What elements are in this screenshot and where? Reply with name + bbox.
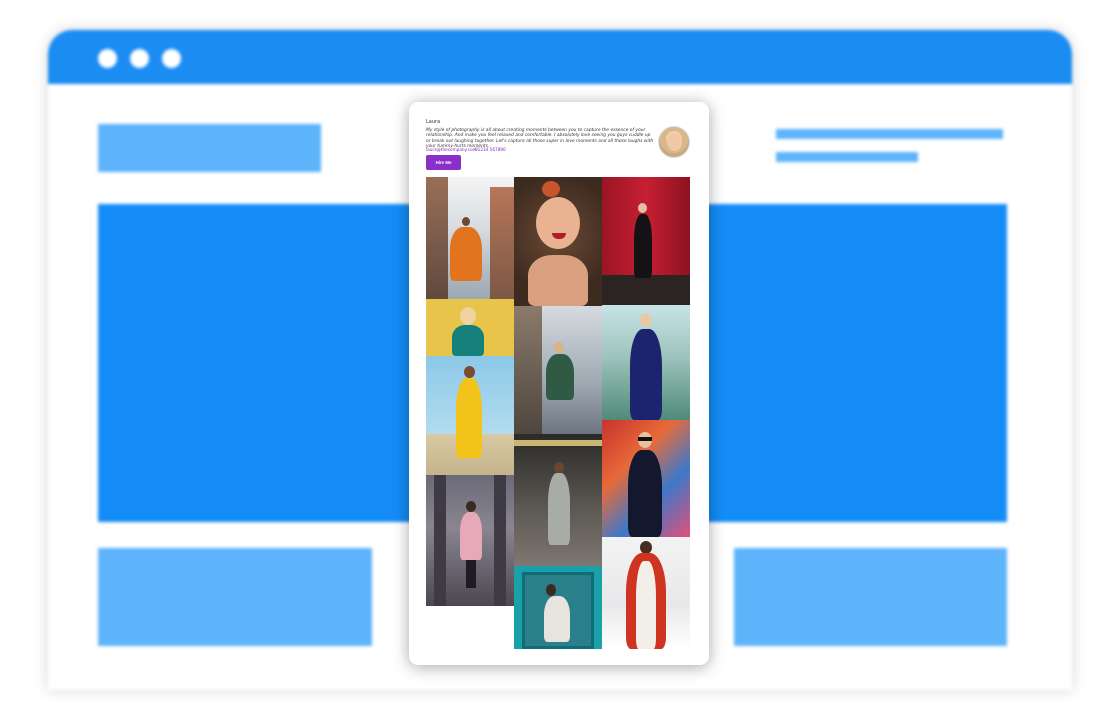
photo-subject-top [452, 325, 484, 356]
photo-subject-outfit [628, 450, 662, 537]
gallery-photo-9[interactable] [602, 420, 690, 537]
photo-subject-head [554, 462, 564, 473]
photo-subject-floral-dress [636, 561, 656, 649]
gallery-photo-8[interactable] [514, 434, 602, 566]
photo-subject-head [638, 203, 647, 213]
window-dot-3 [162, 49, 181, 68]
photo-subject-tracksuit [456, 378, 482, 458]
gallery-photo-11[interactable] [514, 566, 602, 649]
photo-subject-head [554, 342, 564, 353]
photo-building-right [490, 187, 514, 299]
photo-subject-shoulders [528, 255, 588, 306]
photo-subject-jumpsuit [548, 473, 570, 545]
placeholder-line-1 [776, 129, 1003, 139]
gallery-photo-3[interactable] [602, 177, 690, 305]
photo-subject-hair-bun [542, 181, 560, 197]
photo-subject-head [464, 366, 475, 378]
stage: Laura My style of photography is all abo… [0, 0, 1120, 720]
gallery-photo-5[interactable] [514, 306, 602, 434]
photo-subject-lace-dress [630, 329, 662, 420]
gallery-photo-10[interactable] [426, 475, 514, 606]
photo-subject-dress [546, 354, 574, 400]
photo-building [514, 306, 542, 434]
hire-me-button[interactable]: Hire Me [426, 155, 461, 170]
placeholder-footer-block-right [734, 548, 1007, 646]
photo-subject-dress [450, 227, 482, 281]
gallery-photo-7[interactable] [426, 356, 514, 475]
photo-subject-face [536, 197, 580, 249]
gallery-photo-12[interactable] [602, 537, 690, 649]
photo-subject-head [546, 584, 556, 596]
avatar-face [667, 133, 682, 151]
photo-arch-right [494, 475, 506, 606]
placeholder-line-2 [776, 152, 918, 162]
window-dot-1 [98, 49, 117, 68]
placeholder-header-block [98, 124, 321, 172]
photo-subject-coat [460, 512, 482, 560]
photo-subject-head [640, 313, 652, 327]
placeholder-footer-block-left [98, 548, 372, 646]
photo-lights [514, 440, 602, 446]
photo-subject-outfit [634, 214, 652, 278]
gallery-photo-6[interactable] [602, 305, 690, 420]
profile-name: Laura [426, 119, 441, 125]
photo-subject-sunglasses [638, 437, 652, 441]
gallery-photo-2[interactable] [514, 177, 602, 306]
photo-subject-head [460, 307, 476, 325]
browser-title-bar [48, 30, 1072, 84]
contact-email-link[interactable]: laura@thecompany.com [426, 147, 477, 152]
photo-arch-left [434, 475, 446, 606]
profile-card: Laura My style of photography is all abo… [409, 102, 709, 665]
contact-phone-link[interactable]: 01234 567890 [475, 147, 506, 152]
photo-subject-dress [544, 596, 570, 642]
photo-subject-head [466, 501, 476, 512]
gallery-photo-4[interactable] [426, 299, 514, 356]
photo-building-left [426, 177, 448, 299]
photo-floor [602, 275, 690, 305]
photo-subject-head [462, 217, 470, 226]
avatar [658, 126, 690, 158]
photo-subject-legs [466, 560, 476, 588]
gallery-photo-1[interactable] [426, 177, 514, 299]
window-dot-2 [130, 49, 149, 68]
